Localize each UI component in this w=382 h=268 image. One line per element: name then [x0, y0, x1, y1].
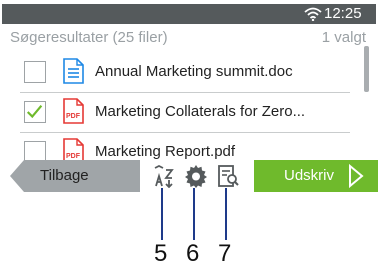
settings-gear-icon[interactable] — [184, 164, 208, 188]
checkbox[interactable] — [24, 61, 46, 83]
wifi-icon — [304, 7, 322, 21]
doc-file-icon — [63, 58, 84, 84]
print-label: Udskriv — [284, 167, 335, 184]
file-name: Annual Marketing summit.doc — [95, 63, 293, 80]
callout-line-6 — [193, 188, 195, 240]
print-button[interactable]: Udskriv — [254, 160, 378, 192]
bottom-toolbar: Tilbage Udskriv — [2, 156, 378, 216]
callout-number: 6 — [186, 240, 200, 267]
back-label: Tilbage — [40, 167, 89, 184]
callout-number: 5 — [154, 240, 168, 267]
printer-panel: 12:25 PM Søgeresultater (25 filer) 1 val… — [2, 4, 378, 216]
row-divider — [20, 92, 350, 93]
callout-line-7 — [225, 188, 227, 240]
row-divider — [20, 132, 350, 133]
file-row[interactable]: Annual Marketing summit.doc — [2, 54, 352, 92]
file-row[interactable]: PDF Marketing Collaterals for Zero... — [2, 94, 352, 132]
file-name: Marketing Collaterals for Zero... — [95, 103, 306, 120]
sort-icon[interactable] — [152, 164, 176, 188]
callout-number: 7 — [218, 240, 232, 267]
checkmark-icon — [26, 104, 43, 119]
selected-count: 1 valgt — [321, 29, 366, 46]
status-bar: 12:25 PM — [2, 4, 376, 38]
preview-icon[interactable] — [216, 164, 240, 188]
search-results-title: Søgeresultater (25 filer) — [10, 29, 168, 46]
checkbox-checked[interactable] — [24, 101, 46, 123]
results-header: Søgeresultater (25 filer) 1 valgt — [2, 24, 376, 48]
pdf-badge: PDF — [66, 113, 81, 120]
callout-line-5 — [161, 188, 163, 240]
back-button[interactable]: Tilbage — [10, 160, 140, 192]
scrollbar[interactable] — [364, 46, 369, 92]
pdf-file-icon: PDF — [63, 98, 84, 124]
